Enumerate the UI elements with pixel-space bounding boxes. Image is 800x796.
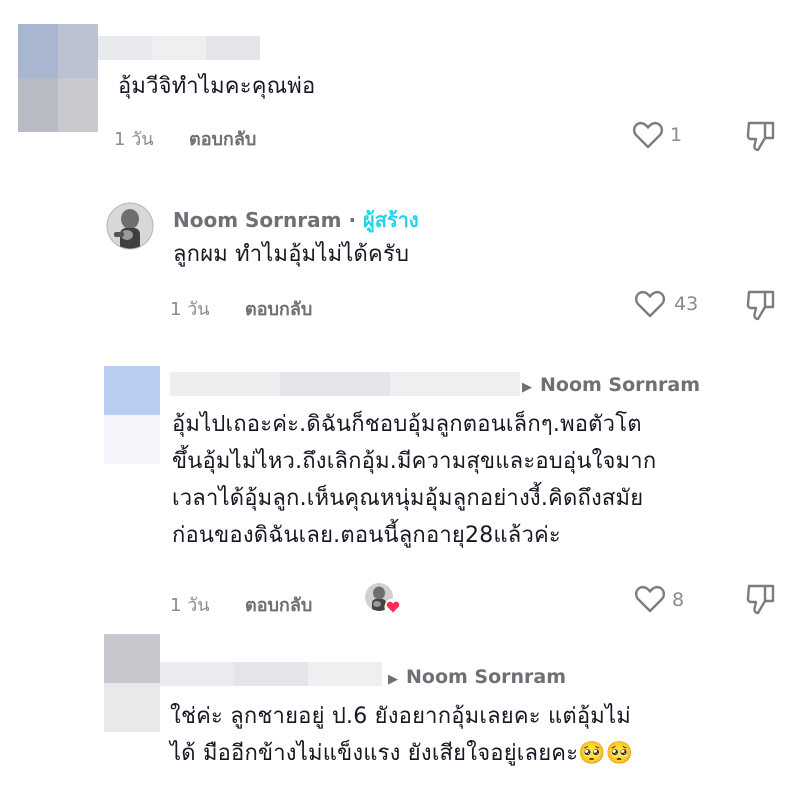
blurred-avatar[interactable] [18, 24, 98, 132]
blurred-username[interactable] [170, 372, 520, 396]
heart-icon [632, 120, 664, 150]
creator-liked-badge [364, 582, 402, 618]
comment-text: ใช่ค่ะ ลูกชายอยู่ ป.6 ยังอยากอุ้มเลยคะ แ… [170, 698, 633, 772]
reply-to-line: ▶ Noom Sornram [522, 374, 700, 396]
author-name[interactable]: Noom Sornram [173, 208, 341, 232]
author-separator: · [348, 208, 357, 232]
blurred-username[interactable] [160, 662, 382, 686]
reply-to-name[interactable]: Noom Sornram [540, 374, 700, 396]
like-count: 8 [672, 589, 685, 611]
dislike-button[interactable] [745, 582, 777, 616]
reply-to-line: ▶ Noom Sornram [388, 666, 566, 688]
comment-author-line: Noom Sornram · ผู้สร้าง [173, 204, 419, 236]
comment-line: อุ้มไปเถอะค่ะ.ดิฉันก็ชอบอุ้มลูกตอนเล็กๆ.… [172, 412, 642, 437]
like-count: 43 [674, 293, 699, 315]
comment-time: 1 วัน [114, 129, 154, 150]
comment-line: ก่อนของดิฉันเลย.ตอนนี้ลูกอายุ28แล้วค่ะ [172, 523, 561, 548]
dislike-icon [745, 582, 777, 616]
reply-to-name[interactable]: Noom Sornram [406, 666, 566, 688]
comment-line: ขึ้นอุ้มไม่ไหว.ถึงเลิกอุ้ม.มีความสุขและอ… [172, 449, 657, 474]
comment-time: 1 วัน [170, 299, 210, 320]
like-button[interactable] [634, 289, 666, 319]
comment-text: ลูกผม ทำไมอุ้มไม่ได้ครับ [173, 242, 410, 267]
comment-line: เวลาได้อุ้มลูก.เห็นคุณหนุ่มอุ้มลูกอย่างง… [172, 486, 644, 511]
reply-button[interactable]: ตอบกลับ [189, 124, 256, 153]
like-button[interactable] [634, 584, 666, 614]
heart-icon [634, 584, 666, 614]
dislike-button[interactable] [745, 119, 777, 153]
creator-avatar[interactable] [106, 202, 154, 250]
comment-line: ใช่ค่ะ ลูกชายอยู่ ป.6 ยังอยากอุ้มเลยคะ แ… [170, 704, 631, 729]
comment-text: อุ้มไปเถอะค่ะ.ดิฉันก็ชอบอุ้มลูกตอนเล็กๆ.… [172, 406, 656, 554]
reply-arrow-icon: ▶ [522, 380, 532, 395]
reply-arrow-icon: ▶ [388, 672, 398, 687]
reply-button[interactable]: ตอบกลับ [245, 294, 312, 323]
like-button[interactable] [632, 120, 664, 150]
comment-time: 1 วัน [170, 595, 210, 616]
heart-icon [634, 289, 666, 319]
reply-button[interactable]: ตอบกลับ [245, 590, 312, 619]
dislike-icon [745, 119, 777, 153]
blurred-avatar[interactable] [104, 366, 160, 464]
comment-line: ได้ มืออีกข้างไม่แข็งแรง ยังเสียใจอยู่เล… [170, 741, 634, 766]
blurred-username[interactable] [98, 36, 260, 60]
creator-badge: ผู้สร้าง [363, 208, 419, 232]
dislike-button[interactable] [745, 288, 777, 322]
blurred-avatar[interactable] [104, 634, 160, 732]
liked-heart-icon [384, 598, 402, 615]
like-count: 1 [670, 124, 683, 146]
dislike-icon [745, 288, 777, 322]
comment-text: อุ้มวีจิทำไมคะคุณพ่อ [118, 74, 316, 99]
